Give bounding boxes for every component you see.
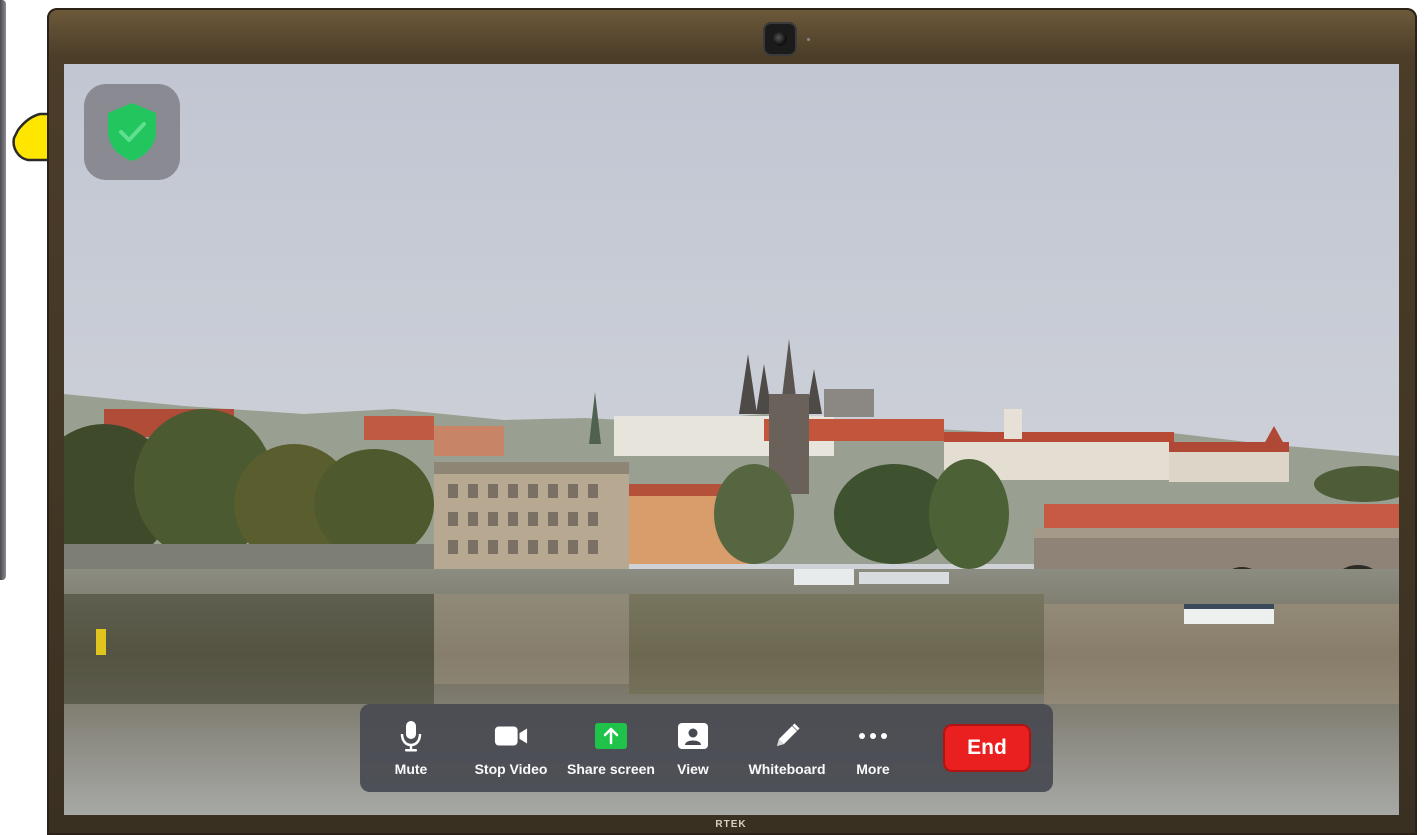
view-button[interactable]: View [668,711,718,785]
shield-check-icon [108,103,156,161]
meeting-controls-toolbar: Mute Stop Video Share screen View Whiteb… [360,704,1053,792]
whiteboard-label: Whiteboard [748,761,826,777]
share-screen-icon [595,723,627,749]
microphone-icon [400,721,422,752]
more-label: More [856,761,890,777]
mute-label: Mute [394,761,428,777]
video-camera-icon [494,726,528,746]
view-icon [678,723,708,749]
stop-video-label: Stop Video [474,761,548,777]
more-dots-icon [859,733,887,739]
stop-video-button[interactable]: Stop Video [466,711,556,785]
video-background-image [64,64,1399,815]
monitor-brand: RTEK [715,819,747,830]
view-label: View [677,761,709,777]
webcam [765,24,795,54]
whiteboard-button[interactable]: Whiteboard [746,711,828,785]
mute-button[interactable]: Mute [384,711,438,785]
share-screen-button[interactable]: Share screen [564,711,658,785]
adjacent-window-edge [0,0,6,580]
webcam-indicator [807,38,810,41]
video-feed: Mute Stop Video Share screen View Whiteb… [64,64,1399,815]
security-shield-button[interactable] [84,84,180,180]
pencil-icon [777,723,800,746]
end-meeting-button[interactable]: End [943,724,1031,772]
share-screen-label: Share screen [567,761,655,777]
more-button[interactable]: More [848,711,898,785]
